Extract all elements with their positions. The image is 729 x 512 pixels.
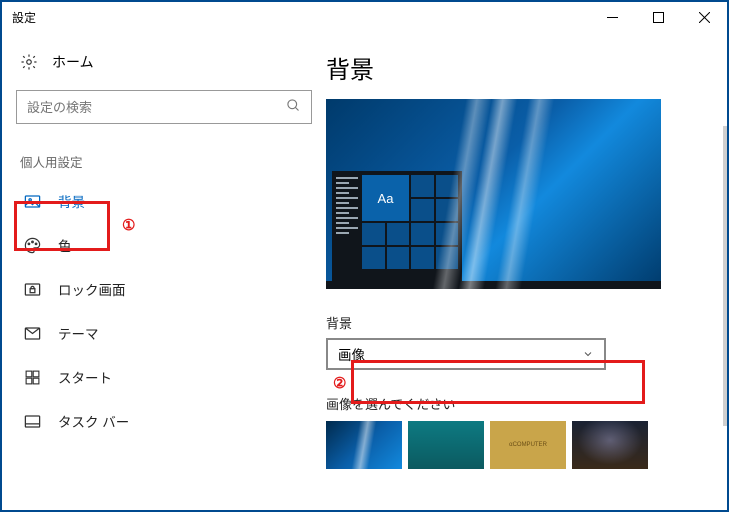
home-button[interactable]: ホーム [16, 46, 312, 90]
search-input[interactable] [27, 100, 286, 115]
thumbnail-2[interactable] [408, 421, 484, 469]
preview-start-panel: Aa [332, 171, 462, 281]
gear-icon [20, 53, 38, 71]
sidebar-item-label: 色 [58, 235, 72, 255]
minimize-button[interactable] [589, 2, 635, 32]
window-title: 設定 [12, 9, 36, 26]
page-title: 背景 [322, 50, 711, 85]
nav-list: 背景 色 ロック画面 [16, 179, 312, 443]
sidebar-item-background[interactable]: 背景 [16, 179, 312, 223]
thumbnail-4[interactable] [572, 421, 648, 469]
maximize-button[interactable] [635, 2, 681, 32]
home-label: ホーム [52, 52, 94, 72]
sidebar-item-lockscreen[interactable]: ロック画面 [16, 267, 312, 311]
titlebar: 設定 [2, 2, 727, 32]
background-preview: Aa [326, 99, 661, 289]
sidebar-item-colors[interactable]: 色 [16, 223, 312, 267]
lockscreen-icon [22, 279, 42, 299]
sidebar-item-label: 背景 [58, 191, 85, 211]
search-box[interactable] [16, 90, 312, 124]
taskbar-icon [22, 411, 42, 431]
dropdown-value: 画像 [338, 344, 365, 364]
sidebar-item-label: ロック画面 [58, 279, 126, 299]
preview-tile-aa: Aa [362, 175, 409, 221]
palette-icon [22, 235, 42, 255]
sidebar-item-label: タスク バー [58, 411, 129, 431]
sidebar: ホーム 個人用設定 背景 [2, 32, 322, 510]
background-field-label: 背景 [326, 313, 711, 332]
scrollbar[interactable] [723, 126, 727, 426]
main-content: 背景 Aa [322, 32, 727, 510]
thumbnail-1[interactable] [326, 421, 402, 469]
start-icon [22, 367, 42, 387]
sidebar-item-label: スタート [58, 367, 112, 387]
thumbnail-3[interactable]: αCOMPUTER [490, 421, 566, 469]
picture-icon [22, 191, 42, 211]
close-button[interactable] [681, 2, 727, 32]
chevron-down-icon [582, 348, 594, 360]
sidebar-item-themes[interactable]: テーマ [16, 311, 312, 355]
sidebar-item-taskbar[interactable]: タスク バー [16, 399, 312, 443]
choose-image-label: 画像を選んでください [326, 394, 711, 413]
search-icon [286, 98, 301, 116]
theme-icon [22, 323, 42, 343]
section-label: 個人用設定 [16, 152, 312, 171]
background-dropdown[interactable]: 画像 [326, 338, 606, 370]
sidebar-item-label: テーマ [58, 323, 99, 343]
sidebar-item-start[interactable]: スタート [16, 355, 312, 399]
image-thumbnails: αCOMPUTER [326, 421, 711, 469]
window-controls [589, 2, 727, 32]
